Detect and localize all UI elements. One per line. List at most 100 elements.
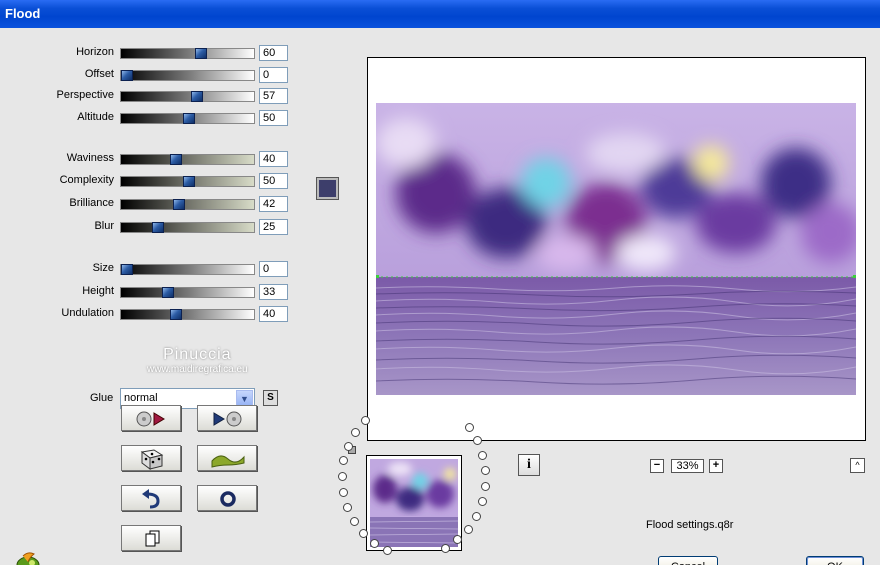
slider-row-complexity: Complexity 50 — [0, 172, 290, 190]
rotation-dot[interactable] — [478, 497, 488, 507]
rotation-dot[interactable] — [463, 524, 473, 534]
rotation-dot[interactable] — [472, 436, 482, 446]
navigator-thumbnail[interactable] — [366, 455, 462, 551]
copy-button[interactable] — [121, 525, 181, 551]
slider-row-brilliance: Brilliance 42 — [0, 195, 290, 213]
slider-row-altitude: Altitude 50 — [0, 109, 290, 127]
slider-thumb[interactable] — [121, 70, 133, 81]
undo-button[interactable] — [121, 485, 181, 511]
rotation-dot[interactable] — [441, 543, 451, 553]
preview-panel[interactable] — [367, 57, 866, 441]
preview-image[interactable] — [376, 103, 856, 395]
slider-thumb[interactable] — [151, 222, 164, 233]
zoom-out-button[interactable]: − — [650, 459, 664, 473]
slider-value-input[interactable]: 50 — [259, 110, 288, 126]
undo-arrow-icon — [142, 489, 160, 509]
rotation-dot[interactable] — [343, 441, 353, 451]
slider-row-waviness: Waviness 40 — [0, 150, 290, 168]
slider-track[interactable] — [120, 113, 255, 124]
slider-track[interactable] — [120, 154, 255, 165]
slider-track[interactable] — [120, 91, 255, 102]
slider-label: Complexity — [59, 174, 114, 186]
slider-thumb[interactable] — [182, 113, 195, 124]
slider-thumb[interactable] — [170, 309, 183, 320]
rotation-dot[interactable] — [342, 502, 352, 512]
rotation-dot[interactable] — [337, 472, 347, 482]
ok-button[interactable]: OK — [806, 556, 864, 565]
zoom-in-button[interactable]: + — [709, 459, 723, 473]
slider-label: Brilliance — [69, 197, 114, 209]
rotation-dot[interactable] — [358, 528, 368, 538]
slider-row-offset: Offset 0 — [0, 66, 290, 84]
rotation-dot[interactable] — [478, 450, 488, 460]
slider-track[interactable] — [120, 176, 255, 187]
slider-label: Undulation — [61, 307, 114, 319]
rotation-dot[interactable] — [338, 487, 348, 497]
slider-value-input[interactable]: 40 — [259, 306, 288, 322]
slider-thumb[interactable] — [191, 91, 204, 102]
slider-label: Perspective — [56, 89, 114, 101]
random-button[interactable] — [121, 445, 181, 471]
slider-value-input[interactable]: 25 — [259, 219, 288, 235]
slider-track[interactable] — [120, 48, 255, 59]
slider-thumb[interactable] — [182, 176, 195, 187]
rotation-dot[interactable] — [481, 466, 491, 476]
rotation-dot[interactable] — [382, 546, 392, 556]
save-preset-button[interactable] — [197, 405, 257, 431]
slider-thumb[interactable] — [170, 154, 183, 165]
info-button[interactable]: i — [518, 454, 540, 476]
rotation-dot[interactable] — [349, 516, 359, 526]
slider-track[interactable] — [120, 222, 255, 233]
slider-track[interactable] — [120, 264, 255, 275]
rotation-dot[interactable] — [472, 511, 482, 521]
slider-value-input[interactable]: 57 — [259, 88, 288, 104]
window-title: Flood — [5, 6, 41, 21]
slider-track[interactable] — [120, 287, 255, 298]
slider-value-input[interactable]: 50 — [259, 173, 288, 189]
slider-value-input[interactable]: 33 — [259, 284, 288, 300]
disc-arrow-icon — [136, 411, 165, 427]
collapse-button[interactable]: ^ — [850, 458, 865, 473]
rotation-dot[interactable] — [370, 538, 380, 548]
watermark-name: Pinuccia — [163, 346, 232, 363]
slider-row-undulation: Undulation 40 — [0, 305, 290, 323]
slider-value-input[interactable]: 42 — [259, 196, 288, 212]
rotation-dot[interactable] — [339, 456, 349, 466]
glue-label: Glue — [90, 392, 114, 404]
dice-icon — [140, 449, 164, 470]
slider-thumb[interactable] — [194, 48, 207, 59]
slider-thumb[interactable] — [121, 264, 133, 275]
slider-label: Altitude — [77, 111, 114, 123]
ring-icon — [220, 491, 236, 507]
settings-filename: Flood settings.q8r — [646, 519, 734, 531]
rotation-dot[interactable] — [464, 423, 474, 433]
glue-select-value: normal — [124, 392, 158, 404]
dialog-client: Horizon 60 Offset 0 Perspective 57 Altitude 50 W… — [0, 28, 880, 565]
slider-track[interactable] — [120, 199, 255, 210]
slider-track[interactable] — [120, 70, 255, 81]
slider-label: Height — [82, 285, 114, 297]
slider-thumb[interactable] — [161, 287, 174, 298]
slider-value-input[interactable]: 0 — [259, 261, 288, 277]
color-swatch[interactable] — [316, 177, 339, 200]
load-preset-button[interactable] — [121, 405, 181, 431]
reset-button[interactable] — [197, 485, 257, 511]
slider-label: Offset — [84, 68, 114, 80]
s-button[interactable]: S — [263, 390, 278, 406]
slider-row-horizon: Horizon 60 — [0, 44, 290, 62]
slider-row-perspective: Perspective 57 — [0, 87, 290, 105]
wave-button[interactable] — [197, 445, 257, 471]
slider-label: Size — [92, 262, 114, 274]
rotation-dot[interactable] — [360, 416, 370, 426]
rotation-dot[interactable] — [351, 427, 361, 437]
slider-value-input[interactable]: 40 — [259, 151, 288, 167]
cancel-button[interactable]: Cancel — [658, 556, 718, 565]
slider-value-input[interactable]: 0 — [259, 67, 288, 83]
slider-value-input[interactable]: 60 — [259, 45, 288, 61]
slider-row-size: Size 0 — [0, 260, 290, 278]
slider-thumb[interactable] — [172, 199, 185, 210]
rotation-dot[interactable] — [481, 481, 491, 491]
title-bar[interactable]: Flood — [0, 0, 880, 28]
slider-label: Horizon — [76, 46, 114, 58]
slider-track[interactable] — [120, 309, 255, 320]
